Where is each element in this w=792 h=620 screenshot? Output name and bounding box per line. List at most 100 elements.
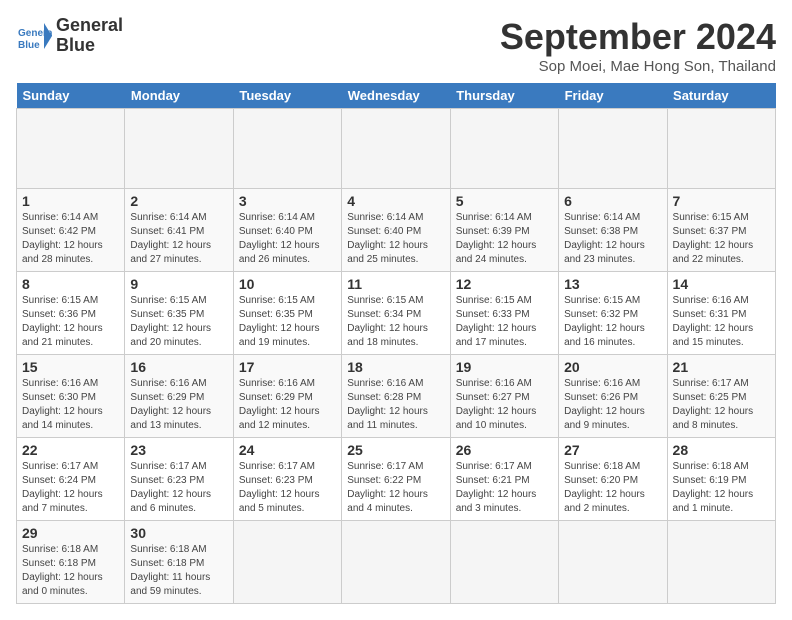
calendar-week-3: 15Sunrise: 6:16 AMSunset: 6:30 PMDayligh… bbox=[17, 355, 776, 438]
day-cell-7: 7 Sunrise: 6:15 AMSunset: 6:37 PMDaylight… bbox=[667, 189, 775, 272]
day-number: 20 bbox=[564, 359, 661, 375]
day-info: Sunrise: 6:16 AMSunset: 6:26 PMDaylight:… bbox=[564, 377, 661, 433]
day-number: 30 bbox=[130, 525, 227, 541]
day-info: Sunrise: 6:15 AMSunset: 6:37 PMDaylight:… bbox=[673, 211, 770, 267]
day-info: Sunrise: 6:17 AMSunset: 6:22 PMDaylight:… bbox=[347, 460, 444, 516]
svg-text:Blue: Blue bbox=[18, 40, 40, 51]
title-block: September 2024 Sop Moei, Mae Hong Son, T… bbox=[500, 16, 776, 75]
day-cell-17: 17 Sunrise: 6:16 AMSunset: 6:29 PMDayligh… bbox=[233, 355, 341, 438]
day-info: Sunrise: 6:17 AMSunset: 6:23 PMDaylight:… bbox=[239, 460, 336, 516]
empty-cell bbox=[233, 521, 341, 604]
empty-cell bbox=[559, 109, 667, 189]
month-title: September 2024 bbox=[500, 16, 776, 58]
day-number: 14 bbox=[673, 276, 770, 292]
empty-cell bbox=[342, 109, 450, 189]
weekday-header-saturday: Saturday bbox=[667, 83, 775, 109]
weekday-header-monday: Monday bbox=[125, 83, 233, 109]
day-cell-8: 8 Sunrise: 6:15 AMSunset: 6:36 PMDaylight… bbox=[17, 272, 125, 355]
day-cell-19: 19 Sunrise: 6:16 AMSunset: 6:27 PMDayligh… bbox=[450, 355, 558, 438]
day-cell-26: 26 Sunrise: 6:17 AMSunset: 6:21 PMDayligh… bbox=[450, 438, 558, 521]
day-cell-15: 15Sunrise: 6:16 AMSunset: 6:30 PMDayligh… bbox=[17, 355, 125, 438]
day-cell-11: 11Sunrise: 6:15 AMSunset: 6:34 PMDayligh… bbox=[342, 272, 450, 355]
day-cell-2: 2Sunrise: 6:14 AMSunset: 6:41 PMDaylight… bbox=[125, 189, 233, 272]
calendar-week-5: 29 Sunrise: 6:18 AMSunset: 6:18 PMDayligh… bbox=[17, 521, 776, 604]
day-number: 18 bbox=[347, 359, 444, 375]
weekday-header-tuesday: Tuesday bbox=[233, 83, 341, 109]
day-number: 10 bbox=[239, 276, 336, 292]
day-number: 26 bbox=[456, 442, 553, 458]
logo-text-line1: General bbox=[56, 16, 123, 36]
day-number: 13 bbox=[564, 276, 661, 292]
day-number: 1 bbox=[22, 193, 119, 209]
empty-cell bbox=[450, 109, 558, 189]
day-info: Sunrise: 6:16 AMSunset: 6:31 PMDaylight:… bbox=[673, 294, 770, 350]
calendar-week-0 bbox=[17, 109, 776, 189]
day-cell-28: 28 Sunrise: 6:18 AMSunset: 6:19 PMDayligh… bbox=[667, 438, 775, 521]
day-info: Sunrise: 6:14 AMSunset: 6:40 PMDaylight:… bbox=[239, 211, 336, 267]
logo-icon: General Blue bbox=[16, 18, 52, 54]
day-cell-20: 20 Sunrise: 6:16 AMSunset: 6:26 PMDayligh… bbox=[559, 355, 667, 438]
day-info: Sunrise: 6:14 AMSunset: 6:41 PMDaylight:… bbox=[130, 211, 227, 267]
day-info: Sunrise: 6:16 AMSunset: 6:27 PMDaylight:… bbox=[456, 377, 553, 433]
day-info: Sunrise: 6:14 AMSunset: 6:40 PMDaylight:… bbox=[347, 211, 444, 267]
day-cell-12: 12Sunrise: 6:15 AMSunset: 6:33 PMDayligh… bbox=[450, 272, 558, 355]
logo-text-line2: Blue bbox=[56, 36, 123, 56]
calendar-table: SundayMondayTuesdayWednesdayThursdayFrid… bbox=[16, 83, 776, 604]
day-cell-4: 4 Sunrise: 6:14 AMSunset: 6:40 PMDaylight… bbox=[342, 189, 450, 272]
day-number: 4 bbox=[347, 193, 444, 209]
empty-cell bbox=[342, 521, 450, 604]
day-number: 17 bbox=[239, 359, 336, 375]
day-number: 16 bbox=[130, 359, 227, 375]
day-number: 8 bbox=[22, 276, 119, 292]
day-number: 19 bbox=[456, 359, 553, 375]
day-info: Sunrise: 6:18 AMSunset: 6:18 PMDaylight:… bbox=[22, 543, 119, 599]
day-cell-14: 14 Sunrise: 6:16 AMSunset: 6:31 PMDayligh… bbox=[667, 272, 775, 355]
day-info: Sunrise: 6:18 AMSunset: 6:19 PMDaylight:… bbox=[673, 460, 770, 516]
day-cell-9: 9 Sunrise: 6:15 AMSunset: 6:35 PMDaylight… bbox=[125, 272, 233, 355]
day-info: Sunrise: 6:16 AMSunset: 6:29 PMDaylight:… bbox=[239, 377, 336, 433]
day-number: 6 bbox=[564, 193, 661, 209]
day-cell-6: 6Sunrise: 6:14 AMSunset: 6:38 PMDaylight… bbox=[559, 189, 667, 272]
day-info: Sunrise: 6:15 AMSunset: 6:34 PMDaylight:… bbox=[347, 294, 444, 350]
day-cell-25: 25 Sunrise: 6:17 AMSunset: 6:22 PMDayligh… bbox=[342, 438, 450, 521]
day-info: Sunrise: 6:15 AMSunset: 6:36 PMDaylight:… bbox=[22, 294, 119, 350]
day-number: 22 bbox=[22, 442, 119, 458]
weekday-header-sunday: Sunday bbox=[17, 83, 125, 109]
day-number: 28 bbox=[673, 442, 770, 458]
logo: General Blue General Blue bbox=[16, 16, 123, 56]
day-number: 29 bbox=[22, 525, 119, 541]
day-info: Sunrise: 6:17 AMSunset: 6:23 PMDaylight:… bbox=[130, 460, 227, 516]
day-info: Sunrise: 6:17 AMSunset: 6:21 PMDaylight:… bbox=[456, 460, 553, 516]
day-cell-22: 22Sunrise: 6:17 AMSunset: 6:24 PMDayligh… bbox=[17, 438, 125, 521]
day-info: Sunrise: 6:14 AMSunset: 6:42 PMDaylight:… bbox=[22, 211, 119, 267]
day-number: 24 bbox=[239, 442, 336, 458]
day-cell-29: 29 Sunrise: 6:18 AMSunset: 6:18 PMDayligh… bbox=[17, 521, 125, 604]
day-info: Sunrise: 6:14 AMSunset: 6:39 PMDaylight:… bbox=[456, 211, 553, 267]
day-number: 25 bbox=[347, 442, 444, 458]
day-number: 21 bbox=[673, 359, 770, 375]
day-number: 27 bbox=[564, 442, 661, 458]
day-info: Sunrise: 6:18 AMSunset: 6:18 PMDaylight:… bbox=[130, 543, 227, 599]
day-cell-24: 24 Sunrise: 6:17 AMSunset: 6:23 PMDayligh… bbox=[233, 438, 341, 521]
day-number: 5 bbox=[456, 193, 553, 209]
day-cell-18: 18 Sunrise: 6:16 AMSunset: 6:28 PMDayligh… bbox=[342, 355, 450, 438]
calendar-header-row: SundayMondayTuesdayWednesdayThursdayFrid… bbox=[17, 83, 776, 109]
day-number: 7 bbox=[673, 193, 770, 209]
day-number: 23 bbox=[130, 442, 227, 458]
day-info: Sunrise: 6:15 AMSunset: 6:32 PMDaylight:… bbox=[564, 294, 661, 350]
day-info: Sunrise: 6:15 AMSunset: 6:35 PMDaylight:… bbox=[239, 294, 336, 350]
day-number: 9 bbox=[130, 276, 227, 292]
calendar-week-1: 1 Sunrise: 6:14 AMSunset: 6:42 PMDaylight… bbox=[17, 189, 776, 272]
day-number: 3 bbox=[239, 193, 336, 209]
day-cell-1: 1 Sunrise: 6:14 AMSunset: 6:42 PMDaylight… bbox=[17, 189, 125, 272]
day-info: Sunrise: 6:15 AMSunset: 6:35 PMDaylight:… bbox=[130, 294, 227, 350]
day-info: Sunrise: 6:18 AMSunset: 6:20 PMDaylight:… bbox=[564, 460, 661, 516]
day-number: 15 bbox=[22, 359, 119, 375]
day-cell-23: 23 Sunrise: 6:17 AMSunset: 6:23 PMDayligh… bbox=[125, 438, 233, 521]
day-cell-16: 16Sunrise: 6:16 AMSunset: 6:29 PMDayligh… bbox=[125, 355, 233, 438]
day-info: Sunrise: 6:16 AMSunset: 6:28 PMDaylight:… bbox=[347, 377, 444, 433]
empty-cell bbox=[559, 521, 667, 604]
empty-cell bbox=[125, 109, 233, 189]
empty-cell bbox=[450, 521, 558, 604]
day-cell-10: 10 Sunrise: 6:15 AMSunset: 6:35 PMDayligh… bbox=[233, 272, 341, 355]
